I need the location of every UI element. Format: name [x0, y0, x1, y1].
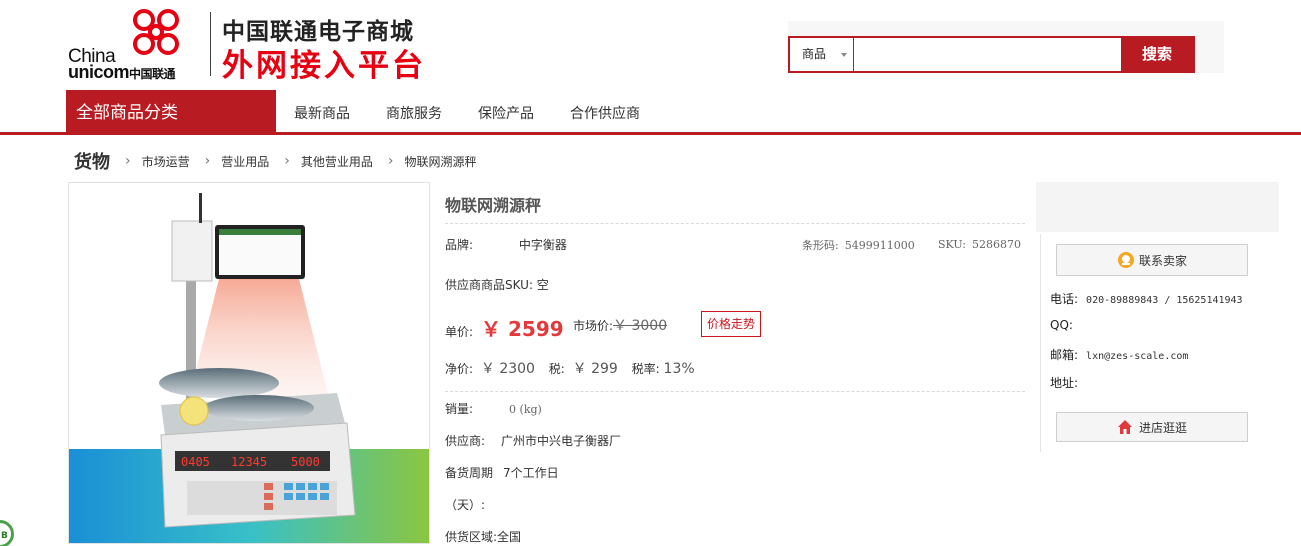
nav-divider	[0, 132, 1301, 135]
net-price-row: 净价: ￥ 2300 税: ￥ 299 税率: 13%	[445, 361, 695, 377]
breadcrumb-current: 物联网溯源秤	[404, 154, 477, 169]
divider	[445, 223, 1025, 224]
chevron-right-icon: ›	[387, 153, 394, 169]
brand-row: 品牌: 中字衡器	[445, 238, 567, 252]
search-bar: 商品 搜索	[788, 36, 1195, 73]
brand-value: 中字衡器	[518, 238, 567, 252]
lead-time-value: 7个工作日	[503, 466, 559, 480]
scale-total-display: 5000	[291, 455, 320, 469]
breadcrumb-item[interactable]: 营业用品	[221, 153, 269, 170]
price-trend-button[interactable]: 价格走势	[701, 311, 761, 337]
search-button[interactable]: 搜索	[1121, 38, 1193, 71]
visit-store-button[interactable]: 进店逛逛	[1056, 412, 1248, 442]
logo-unicom-text: unicom中国联通	[68, 62, 176, 82]
seller-email: lxn@zes-scale.com	[1086, 351, 1189, 362]
floating-badge-icon[interactable]: B	[0, 520, 14, 546]
supplier-value: 广州市中兴电子衡器厂	[501, 434, 622, 448]
supply-area-row: 供货区域:全国	[445, 530, 522, 544]
product-title: 物联网溯源秤	[445, 196, 542, 215]
seller-email-row: 邮箱: lxn@zes-scale.com	[1050, 348, 1189, 362]
barcode-value: 5499911000	[844, 239, 915, 252]
home-icon	[1117, 420, 1132, 434]
search-category-select[interactable]: 商品	[790, 38, 854, 71]
sales-value: 0 (kg)	[509, 403, 542, 416]
supply-area-value: 全国	[497, 530, 522, 544]
scale-weight-display: 0405	[181, 455, 210, 469]
seller-phone-row: 电话: 020-89889843 / 15625141943	[1050, 292, 1243, 306]
seller-qq-row: QQ:	[1050, 318, 1073, 332]
breadcrumb-item[interactable]: 市场运营	[142, 153, 190, 170]
unit-price-row: 单价: ￥ 2599	[445, 317, 564, 341]
unicom-knot-icon	[133, 9, 179, 55]
logo-divider	[210, 12, 211, 76]
nav-item-travel[interactable]: 商旅服务	[368, 90, 460, 132]
net-price: ￥ 2300	[480, 361, 535, 377]
lead-time-unit: （天）:	[445, 498, 486, 512]
chevron-down-icon	[841, 53, 847, 57]
tax-amount: ￥ 299	[572, 361, 618, 377]
all-categories-menu[interactable]: 全部商品分类	[66, 90, 276, 133]
seller-address-row: 地址:	[1050, 376, 1079, 390]
contact-seller-button[interactable]: 联系卖家	[1056, 244, 1248, 276]
seller-header	[1036, 182, 1279, 232]
search-input[interactable]	[856, 38, 1122, 71]
market-price-row: 市场价:￥ 3000	[573, 318, 668, 334]
sku-value: 5286870	[971, 238, 1021, 251]
nav-item-latest[interactable]: 最新商品	[276, 90, 368, 132]
breadcrumb-item[interactable]: 其他营业用品	[301, 153, 373, 170]
tax-rate: 13%	[663, 361, 695, 377]
scale-illustration: 0405 12345 5000	[69, 193, 429, 543]
unit-price: ￥ 2599	[481, 317, 564, 341]
divider	[445, 391, 1025, 392]
barcode-row: 条形码: 5499911000	[802, 239, 915, 252]
nav-item-suppliers[interactable]: 合作供应商	[552, 90, 658, 132]
chevron-right-icon: ›	[284, 153, 290, 169]
chevron-right-icon: ›	[125, 153, 131, 169]
seller-panel-border	[1040, 234, 1041, 452]
nav-item-insurance[interactable]: 保险产品	[460, 90, 552, 132]
sku-row: SKU: 5286870	[938, 238, 1021, 251]
seller-phone: 020-89889843 / 15625141943	[1086, 295, 1243, 306]
scale-unit-price-display: 12345	[231, 455, 267, 469]
supplier-row: 供应商: 广州市中兴电子衡器厂	[445, 434, 622, 448]
site-subtitle: 外网接入平台	[222, 48, 426, 84]
supplier-sku: 供应商商品SKU: 空	[445, 278, 549, 292]
breadcrumb-root[interactable]: 货物	[74, 148, 110, 174]
main-nav: 最新商品 商旅服务 保险产品 合作供应商	[276, 90, 658, 132]
breadcrumb: 货物 › 市场运营 › 营业用品 › 其他营业用品 › 物联网溯源秤	[74, 148, 477, 174]
sales-row: 销量: 0 (kg)	[445, 402, 542, 416]
product-image[interactable]: 0405 12345 5000	[68, 182, 430, 544]
lead-time-row: 备货周期 7个工作日	[445, 466, 559, 480]
market-price: ￥ 3000	[613, 318, 668, 334]
china-unicom-logo[interactable]: China unicom中国联通	[68, 6, 218, 82]
chat-icon	[1117, 252, 1134, 268]
chevron-right-icon: ›	[204, 153, 211, 169]
